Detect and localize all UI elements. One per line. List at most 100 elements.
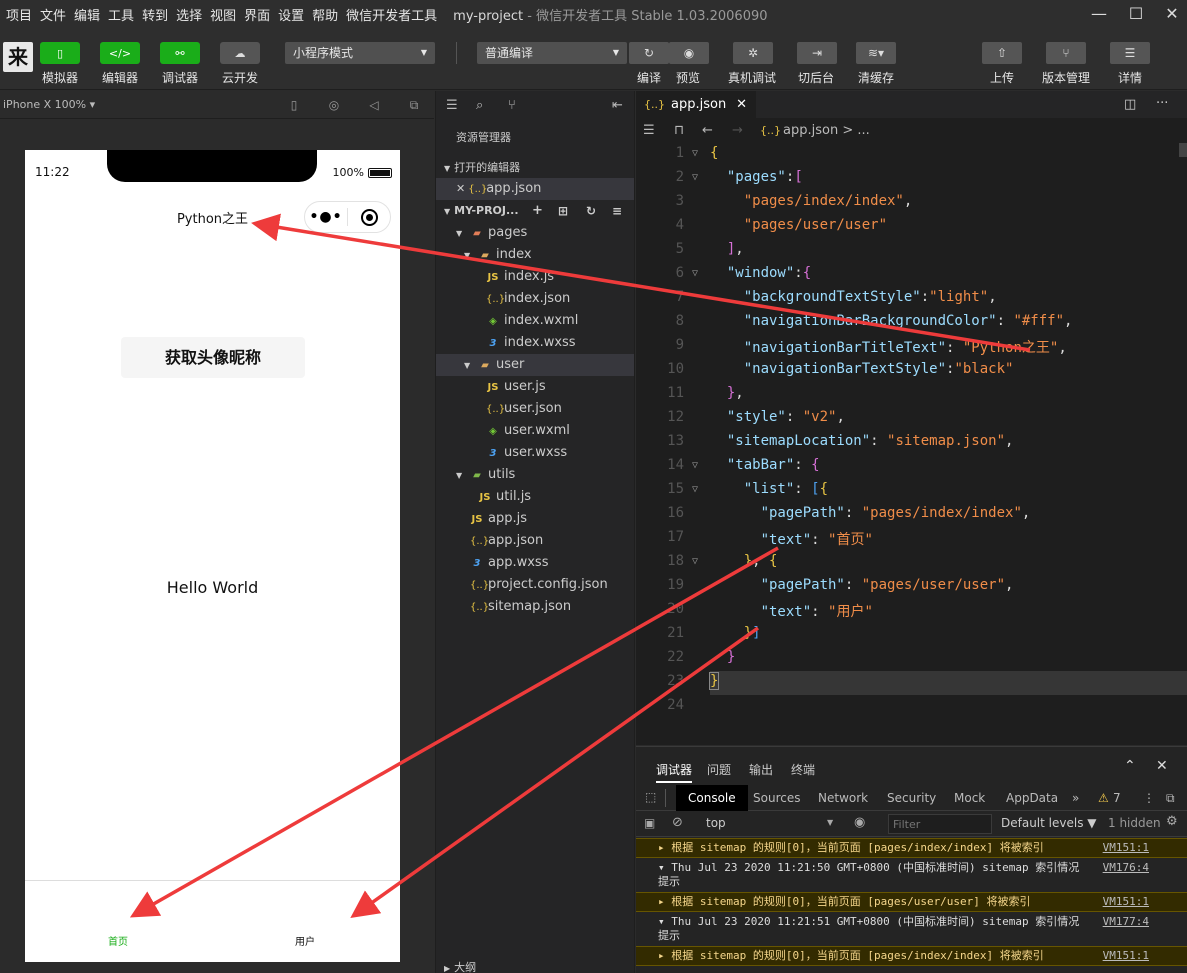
tab-mock[interactable]: Mock — [954, 791, 985, 805]
log-row[interactable]: ▾ Thu Jul 23 2020 11:21:51 GMT+0800 (中国标… — [636, 913, 1187, 947]
switch-background-button[interactable]: ⇥ — [797, 42, 837, 64]
log-source[interactable]: VM177:4 — [1103, 915, 1149, 929]
tab-security[interactable]: Security — [887, 791, 936, 805]
minimize-icon[interactable]: — — [1087, 3, 1111, 25]
tab-user[interactable]: 用户 — [295, 933, 315, 948]
maximize-icon[interactable]: ☐ — [1124, 3, 1148, 25]
tab-sources[interactable]: Sources — [753, 791, 800, 805]
tab-problems[interactable]: 问题 — [707, 761, 731, 778]
context-select[interactable]: top — [706, 816, 726, 830]
tab-appdata[interactable]: AppData — [1006, 791, 1058, 805]
gear-icon[interactable]: ⚙ — [1166, 814, 1178, 829]
tree-file-index-wxml[interactable]: ◈ index.wxml — [436, 310, 634, 332]
back-icon[interactable]: ← — [702, 119, 713, 143]
detach-window-icon[interactable]: ⧉ — [407, 98, 421, 112]
project-header[interactable]: ▼ MY-PROJ... + ⊞ ↻ ≡ — [436, 200, 634, 222]
tree-file-app-json[interactable]: {..}app.json — [436, 530, 634, 552]
fold-icon[interactable]: ▽ — [692, 556, 698, 567]
menu-view[interactable]: 视图 — [210, 5, 236, 24]
filter-input[interactable] — [888, 814, 992, 834]
add-file-icon[interactable]: + — [532, 200, 543, 222]
avatar[interactable]: 来 — [3, 42, 33, 72]
inspect-icon[interactable]: ⬚ — [645, 790, 656, 804]
menu-project[interactable]: 项目 — [6, 5, 32, 24]
details-button[interactable]: ☰ — [1110, 42, 1150, 64]
bookmark-icon[interactable]: ⊓ — [674, 119, 684, 143]
sidebar-toggle-icon[interactable]: ▣ — [644, 816, 655, 830]
tree-file-user-wxss[interactable]: 3 user.wxss — [436, 442, 634, 464]
chevron-up-icon[interactable]: ⌃ — [1124, 758, 1136, 774]
tab-app-json[interactable]: {..} app.json ✕ — [636, 91, 756, 119]
debugger-button[interactable]: ⚯ 调试器 — [160, 42, 200, 86]
fold-icon[interactable]: ▽ — [692, 148, 698, 159]
open-editor-item[interactable]: ✕ {..}app.json — [436, 178, 634, 200]
tab-network[interactable]: Network — [818, 791, 868, 805]
close-icon[interactable]: ✕ — [1156, 758, 1168, 774]
log-source[interactable]: VM151:1 — [1103, 895, 1149, 909]
fold-icon[interactable]: ▽ — [692, 172, 698, 183]
tree-file-app-js[interactable]: JS app.js — [436, 508, 634, 530]
close-icon[interactable]: ✕ — [736, 91, 747, 119]
breadcrumb-path[interactable]: app.json > ... — [783, 119, 870, 143]
tree-file-project-config[interactable]: {..}project.config.json — [436, 574, 634, 596]
tree-file-index-js[interactable]: JS index.js — [436, 266, 634, 288]
list-icon[interactable]: ☰ — [643, 119, 655, 143]
volume-icon[interactable]: ◁ — [367, 98, 381, 112]
tab-debugger[interactable]: 调试器 — [656, 761, 693, 783]
simulator-button[interactable]: ▯ 模拟器 — [40, 42, 80, 86]
menu-select[interactable]: 选择 — [176, 5, 202, 24]
fold-icon[interactable]: ▽ — [692, 268, 698, 279]
get-profile-button[interactable]: 获取头像昵称 — [121, 337, 305, 378]
branch-icon[interactable]: ⑂ — [508, 98, 516, 113]
log-row[interactable]: ▾ Thu Jul 23 2020 11:21:50 GMT+0800 (中国标… — [636, 859, 1187, 895]
tree-folder-user[interactable]: ▼ ▰ user — [436, 354, 634, 376]
compile-button[interactable]: ↻ — [629, 42, 669, 64]
forward-icon[interactable]: → — [732, 119, 743, 143]
log-source[interactable]: VM176:4 — [1103, 861, 1149, 875]
phone-icon[interactable]: ▯ — [287, 98, 301, 112]
fold-icon[interactable]: ▽ — [692, 460, 698, 471]
preview-button[interactable]: ◉ — [669, 42, 709, 64]
version-control-button[interactable]: ⑂ — [1046, 42, 1086, 64]
tree-folder-pages[interactable]: ▼ ▰ pages — [436, 222, 634, 244]
real-device-debug-button[interactable]: ✲ — [733, 42, 773, 64]
code-area[interactable]: 1 2 3 4 5 6 7 8 9 10 11 12 13 14 15 16 1… — [636, 143, 1187, 745]
tree-file-user-json[interactable]: {..}user.json — [436, 398, 634, 420]
log-source[interactable]: VM151:1 — [1103, 949, 1149, 963]
open-editors-header[interactable]: ▼ 打开的编辑器 — [436, 157, 634, 179]
menu-wechat-devtools[interactable]: 微信开发者工具 — [346, 5, 437, 24]
close-icon[interactable]: ✕ — [456, 182, 465, 195]
fold-icon[interactable]: ▽ — [692, 484, 698, 495]
tree-file-user-wxml[interactable]: ◈ user.wxml — [436, 420, 634, 442]
device-select[interactable]: iPhone X 100% ▾ — [3, 98, 95, 111]
collapse-panel-icon[interactable]: ⇤ — [612, 98, 623, 113]
menu-goto[interactable]: 转到 — [142, 5, 168, 24]
menu-tools[interactable]: 工具 — [108, 5, 134, 24]
add-folder-icon[interactable]: ⊞ — [558, 200, 568, 222]
tab-output[interactable]: 输出 — [749, 761, 773, 778]
menu-file[interactable]: 文件 — [40, 5, 66, 24]
eye-icon[interactable]: ◉ — [854, 815, 865, 830]
outline-header[interactable]: ▶ 大纲 — [436, 957, 634, 973]
tab-console[interactable]: Console — [676, 785, 748, 811]
more-tabs-icon[interactable]: » — [1072, 791, 1079, 805]
menu-interface[interactable]: 界面 — [244, 5, 270, 24]
tree-folder-index[interactable]: ▼ ▰ index — [436, 244, 634, 266]
split-editor-icon[interactable]: ◫ — [1124, 97, 1136, 112]
more-icon[interactable]: •●• — [305, 209, 347, 225]
menu-settings[interactable]: 设置 — [278, 5, 304, 24]
tab-terminal[interactable]: 终端 — [791, 761, 815, 778]
tree-file-app-wxss[interactable]: 3 app.wxss — [436, 552, 634, 574]
menu-help[interactable]: 帮助 — [312, 5, 338, 24]
tree-file-index-json[interactable]: {..}index.json — [436, 288, 634, 310]
tree-file-index-wxss[interactable]: 3 index.wxss — [436, 332, 634, 354]
list-icon[interactable]: ☰ — [446, 98, 458, 113]
levels-select[interactable]: Default levels ▼ — [1001, 816, 1097, 830]
refresh-icon[interactable]: ↻ — [586, 200, 596, 222]
record-icon[interactable]: ◎ — [327, 98, 341, 112]
close-window-icon[interactable]: ✕ — [1160, 3, 1184, 25]
more-icon[interactable]: ··· — [1156, 96, 1168, 111]
tree-file-user-js[interactable]: JS user.js — [436, 376, 634, 398]
tab-home[interactable]: 首页 — [108, 933, 128, 948]
editor-button[interactable]: </> 编辑器 — [100, 42, 140, 86]
